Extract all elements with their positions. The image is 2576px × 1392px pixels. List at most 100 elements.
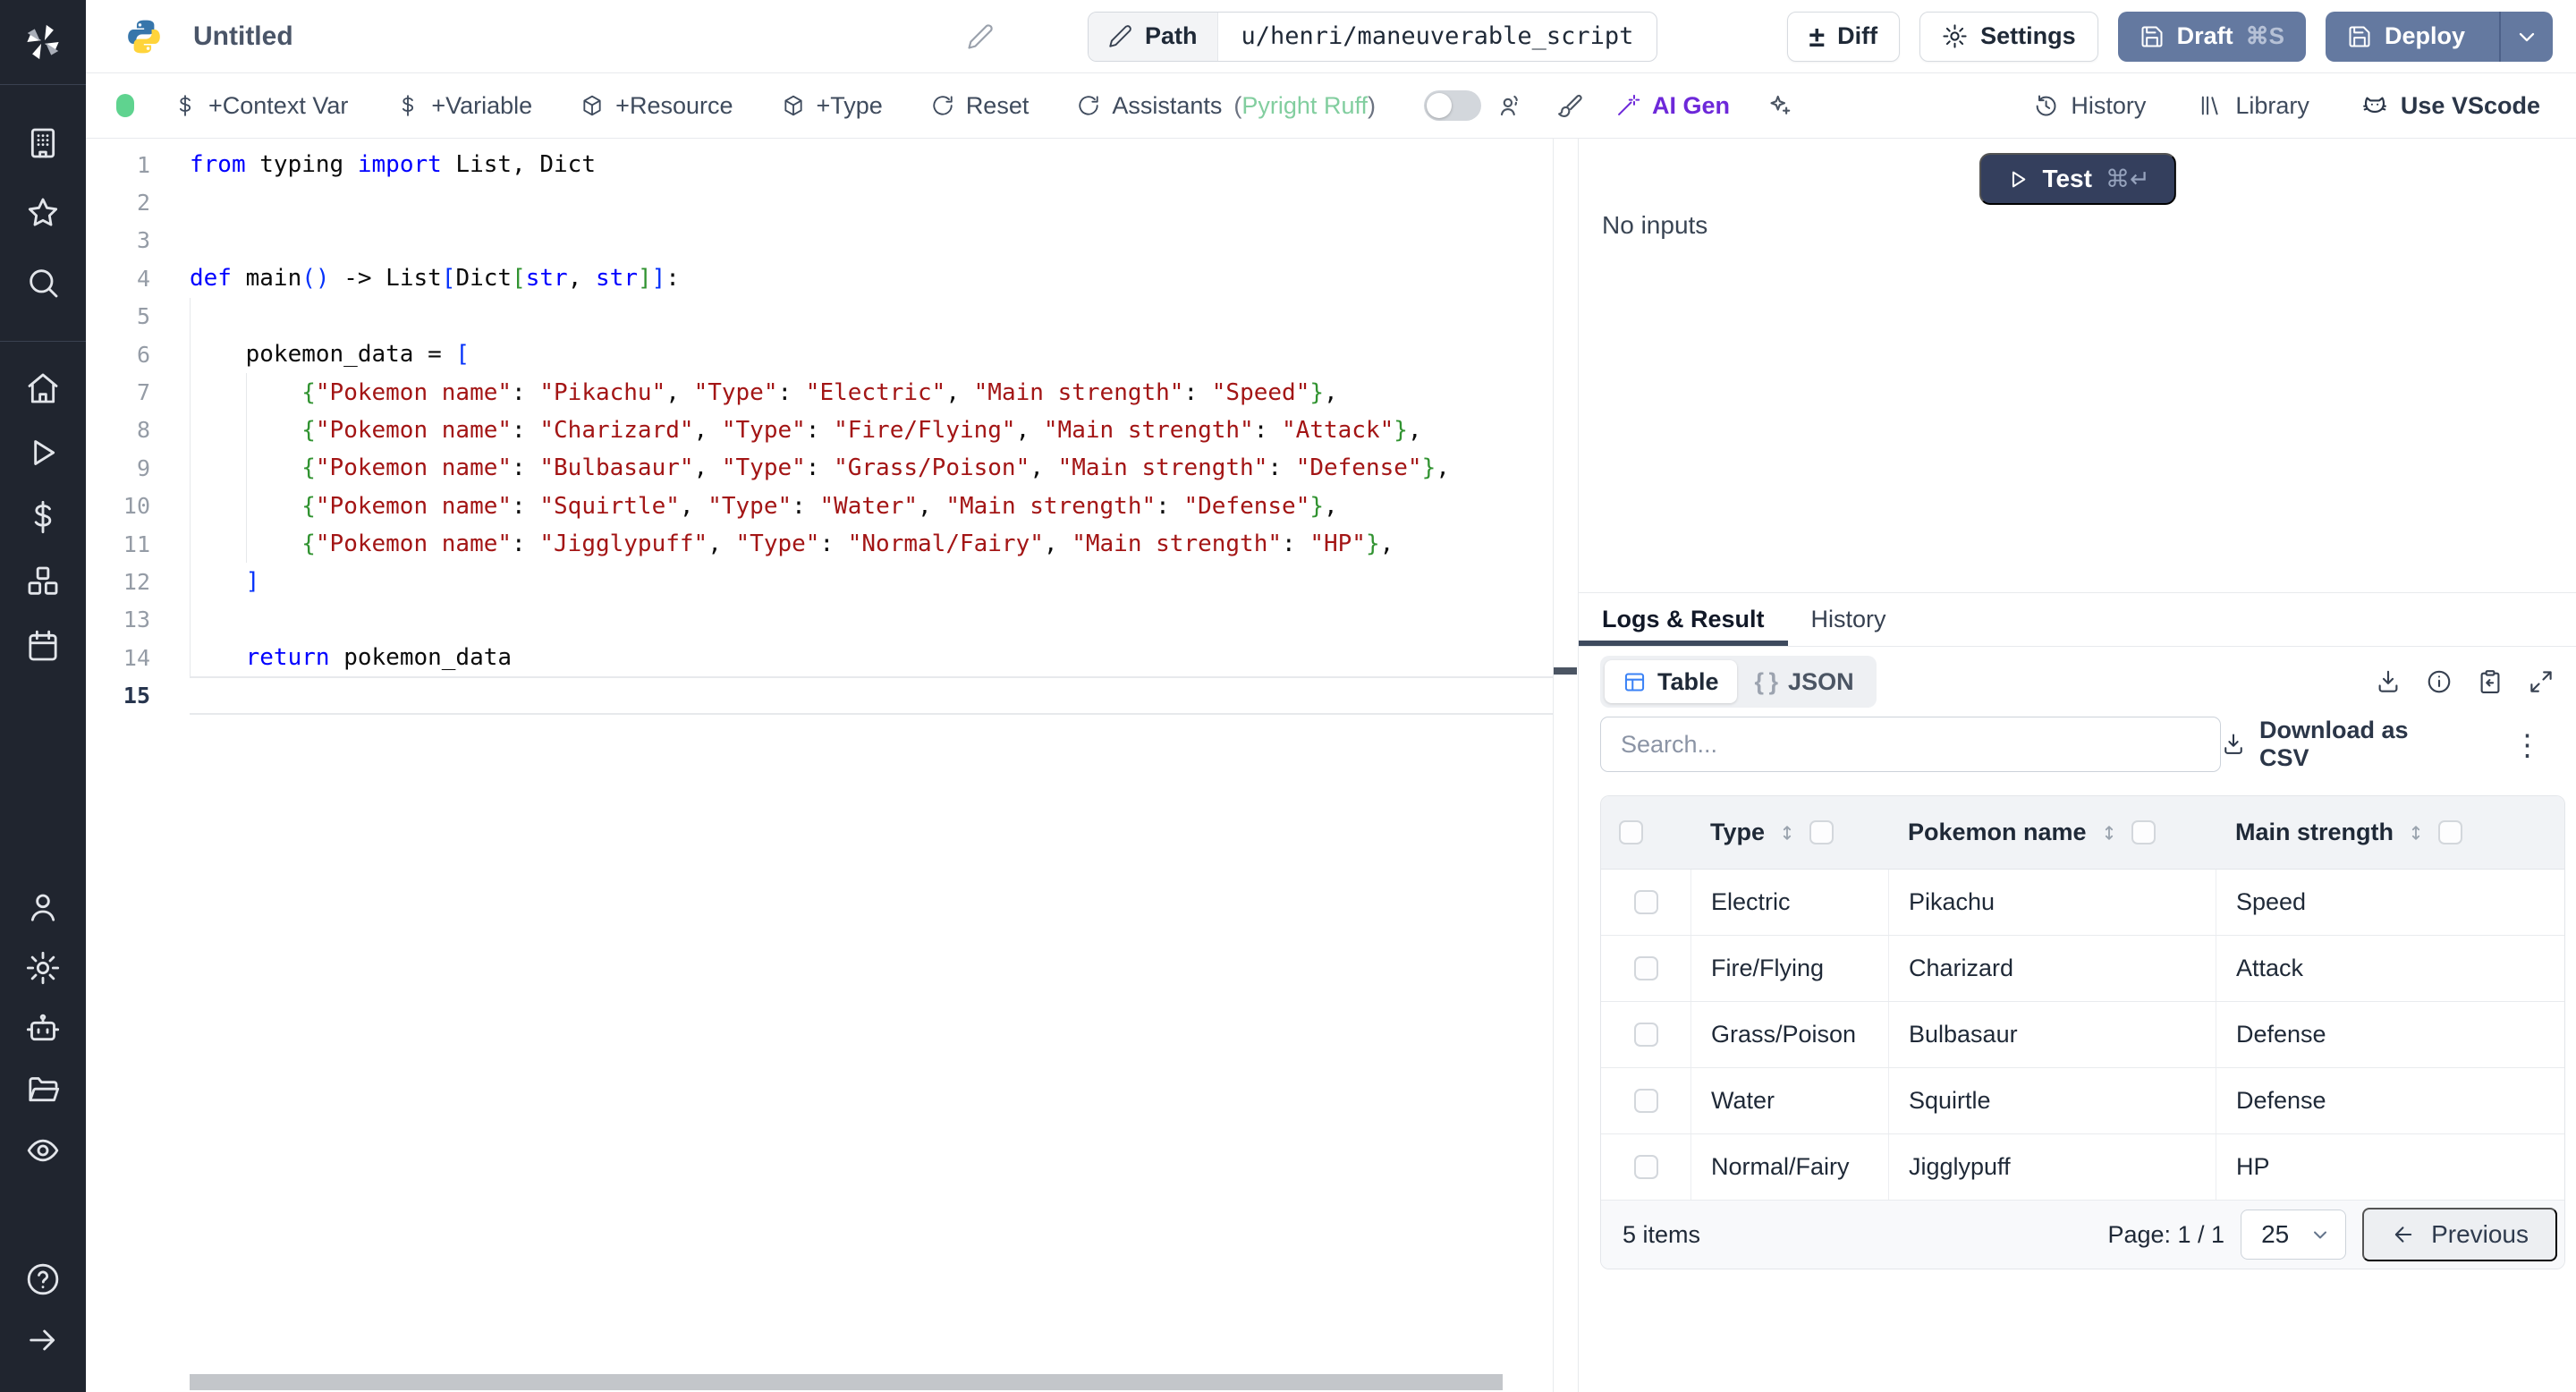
favorites-star-icon[interactable] [0,178,86,248]
workspace-building-icon[interactable] [0,108,86,178]
multiplayer-users-icon[interactable] [1497,92,1524,119]
assistants-button[interactable]: Assistants (Pyright Ruff) [1077,92,1376,120]
view-json-button[interactable]: { } JSON [1737,660,1872,703]
package-icon [583,95,601,116]
code-line[interactable]: 13 [86,601,1553,639]
search-input[interactable] [1600,717,2221,772]
code-line[interactable]: 5 [86,298,1553,335]
code-line[interactable]: 11 {"Pokemon name": "Jigglypuff", "Type"… [86,525,1553,563]
settings-gear-icon[interactable] [0,938,86,998]
row-checkbox[interactable] [1633,956,1658,980]
multiplayer-toggle[interactable] [1423,90,1481,121]
page-size-select[interactable]: 25 [2241,1210,2347,1260]
user-icon[interactable] [0,877,86,938]
table-row[interactable]: Normal/Fairy Jigglypuff HP [1601,1134,2564,1201]
download-result-icon[interactable] [2375,668,2402,695]
code-line[interactable]: 14 return pokemon_data [86,639,1553,676]
table-row[interactable]: Electric Pikachu Speed [1601,870,2564,936]
table-cell: Charizard [1888,936,2216,1001]
reset-button[interactable]: Reset [931,92,1029,120]
windmill-logo[interactable] [0,0,86,85]
column-filter-checkbox[interactable] [2438,820,2463,845]
use-vscode-button[interactable]: Use VScode [2361,92,2540,120]
code-line[interactable]: 7 {"Pokemon name": "Pikachu", "Type": "E… [86,373,1553,411]
download-csv-button[interactable]: Download as CSV [2221,717,2462,772]
test-button[interactable]: Test ⌘↵ [1979,153,2176,205]
runs-play-icon[interactable] [0,420,86,485]
code-line[interactable]: 1 from typing import List, Dict [86,146,1553,183]
deploy-dropdown-caret[interactable] [2499,11,2553,62]
row-checkbox[interactable] [1633,1089,1658,1113]
code-editor[interactable]: 1 from typing import List, Dict 2 3 4 def mai… [86,139,1554,1392]
help-icon[interactable] [0,1249,86,1310]
home-icon[interactable] [0,356,86,420]
code-line[interactable]: 8 {"Pokemon name": "Charizard", "Type": … [86,412,1553,449]
audit-eye-icon[interactable] [0,1120,86,1181]
code-line[interactable]: 2 [86,183,1553,221]
sidebar-group-bottom [0,1249,86,1371]
workers-robot-icon[interactable] [0,998,86,1059]
row-checkbox[interactable] [1633,1023,1658,1047]
row-checkbox[interactable] [1633,1155,1658,1179]
table-cell: Electric [1690,870,1888,935]
panel-splitter[interactable] [1554,139,1578,1392]
more-options-kebab[interactable]: ⋮ [2512,730,2542,760]
code-line[interactable]: 10 {"Pokemon name": "Squirtle", "Type": … [86,488,1553,525]
column-header-main-strength[interactable]: Main strength [2216,819,2564,846]
previous-page-button[interactable]: Previous [2362,1208,2557,1261]
format-brush-icon[interactable] [1556,92,1583,119]
history-button[interactable]: History [2033,92,2146,120]
add-context-var-button[interactable]: +Context Var [174,92,348,120]
sort-icon[interactable] [2099,823,2119,843]
play-icon [2012,171,2025,187]
python-logo-icon [125,18,163,55]
edit-pencil-icon[interactable] [967,23,994,50]
library-button[interactable]: Library [2198,92,2309,120]
ai-gen-button[interactable]: AI Gen [1615,92,1730,120]
editor-horizontal-scrollbar[interactable] [190,1374,1503,1390]
expand-icon[interactable] [2528,668,2555,695]
sort-icon[interactable] [1777,823,1797,843]
page-indicator: Page: 1 / 1 [2107,1220,2225,1248]
search-icon[interactable] [0,248,86,318]
variables-dollar-icon[interactable] [0,485,86,549]
table-row[interactable]: Fire/Flying Charizard Attack [1601,936,2564,1002]
table-row[interactable]: Grass/Poison Bulbasaur Defense [1601,1002,2564,1068]
path-value[interactable]: u/henri/maneuverable_script [1218,13,1657,61]
script-title[interactable]: Untitled [193,21,293,52]
collapse-arrow-icon[interactable] [0,1310,86,1371]
tab-history[interactable]: History [1788,593,1910,646]
schedules-calendar-icon[interactable] [0,614,86,678]
folders-icon[interactable] [0,1059,86,1120]
add-type-button[interactable]: +Type [782,92,883,120]
column-filter-checkbox[interactable] [1809,820,1835,845]
code-line[interactable]: 12 ] [86,563,1553,600]
code-line[interactable]: 15 [86,676,1553,716]
copy-clipboard-icon[interactable] [2477,668,2504,695]
code-line[interactable]: 4 def main() -> List[Dict[str, str]]: [86,259,1553,297]
splitter-grip[interactable] [1554,667,1577,675]
diff-button[interactable]: ± Diff [1786,11,1901,62]
topbar-actions: ± Diff Settings Draft ⌘S Deploy [1786,11,2576,62]
table-row[interactable]: Water Squirtle Defense [1601,1068,2564,1134]
info-icon[interactable] [2426,668,2453,695]
row-checkbox[interactable] [1633,890,1658,914]
code-line[interactable]: 3 [86,222,1553,259]
column-filter-checkbox[interactable] [2131,820,2156,845]
add-resource-button[interactable]: +Resource [580,92,733,120]
tab-logs-result[interactable]: Logs & Result [1579,593,1788,646]
add-variable-button[interactable]: +Variable [396,92,532,120]
sort-icon[interactable] [2406,823,2426,843]
select-all-checkbox[interactable] [1619,820,1643,845]
code-line[interactable]: 9 {"Pokemon name": "Bulbasaur", "Type": … [86,449,1553,487]
deploy-button[interactable]: Deploy [2325,11,2553,62]
resources-boxes-icon[interactable] [0,549,86,614]
sparkles-icon[interactable] [1766,92,1792,119]
draft-button[interactable]: Draft ⌘S [2117,11,2306,62]
settings-button[interactable]: Settings [1919,11,2098,62]
code-line[interactable]: 6 pokemon_data = [ [86,335,1553,373]
view-table-button[interactable]: Table [1605,660,1737,703]
column-header-type[interactable]: Type [1690,819,1888,846]
column-header-pokemon-name[interactable]: Pokemon name [1888,819,2216,846]
path-control[interactable]: Path u/henri/maneuverable_script [1088,11,1658,62]
